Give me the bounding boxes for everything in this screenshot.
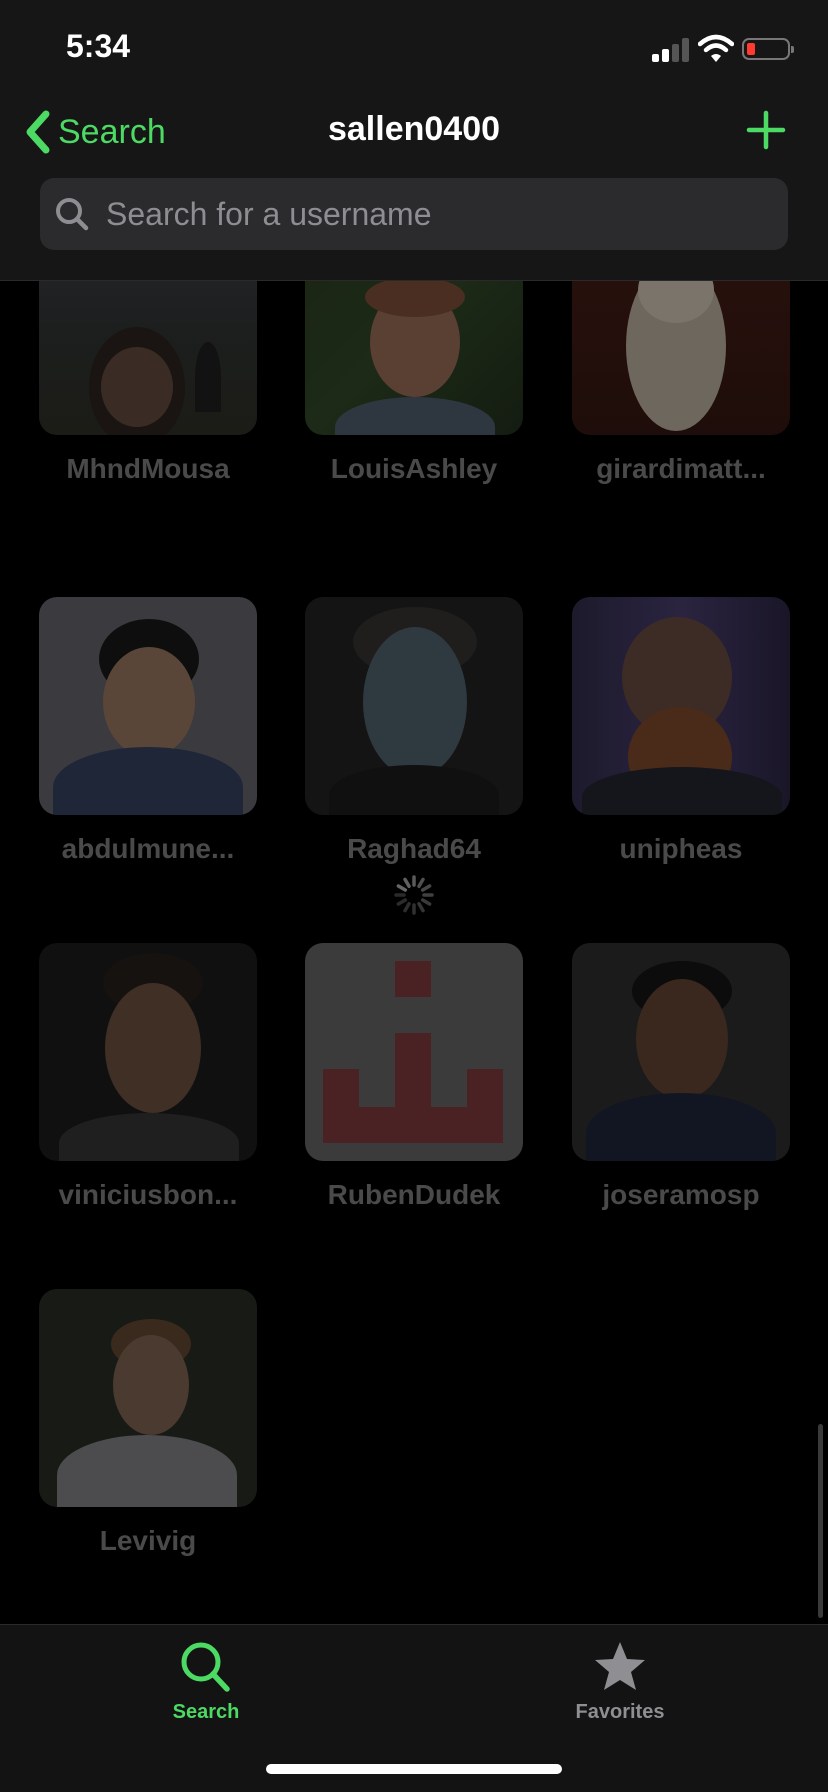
search-bar: [40, 178, 788, 250]
user-cell[interactable]: abdulmune...: [39, 597, 257, 865]
user-cell[interactable]: joseramosp: [572, 943, 790, 1211]
avatar: [39, 943, 257, 1161]
username-label: abdulmune...: [61, 833, 235, 864]
avatar: [305, 281, 523, 435]
username-label: girardimatt...: [596, 453, 766, 484]
scrollbar[interactable]: [818, 1424, 823, 1618]
user-cell[interactable]: viniciusbon...: [39, 943, 257, 1211]
wifi-icon: [698, 34, 734, 62]
tab-label: Favorites: [575, 1701, 665, 1723]
star-icon: [595, 1642, 645, 1690]
avatar: [572, 597, 790, 815]
username-label: unipheas: [619, 833, 743, 864]
username-label: Levivig: [99, 1525, 197, 1556]
avatar: [305, 943, 523, 1161]
avatar: [572, 281, 790, 435]
avatar: [39, 281, 257, 435]
navigation-header: 5:34 Search sallen0400: [0, 0, 828, 281]
tab-search[interactable]: Search: [106, 1639, 306, 1724]
user-grid: MhndMousa LouisAshley girardimatt... abd…: [0, 281, 828, 1623]
username-label: viniciusbon...: [58, 1179, 238, 1210]
avatar: [305, 597, 523, 815]
loading-spinner-icon: [394, 875, 434, 915]
user-cell[interactable]: LouisAshley: [305, 281, 523, 485]
cellular-signal-icon: [652, 38, 690, 62]
username-label: MhndMousa: [66, 453, 230, 484]
search-input[interactable]: [104, 194, 748, 234]
avatar: [39, 1289, 257, 1507]
tab-label: Search: [172, 1701, 240, 1723]
tab-favorites[interactable]: Favorites: [520, 1639, 720, 1724]
username-label: LouisAshley: [330, 453, 498, 484]
user-cell[interactable]: unipheas: [572, 597, 790, 865]
back-button[interactable]: Search: [22, 108, 166, 156]
screen: 5:34 Search sallen0400 Search for a user…: [0, 0, 828, 1792]
add-icon[interactable]: [746, 110, 786, 150]
chevron-left-icon: [26, 110, 50, 154]
battery-icon: [742, 38, 794, 60]
username-label: RubenDudek: [327, 1179, 501, 1210]
user-cell[interactable]: Raghad64: [305, 597, 523, 865]
user-cell[interactable]: MhndMousa: [39, 281, 257, 485]
username-label: Raghad64: [347, 833, 481, 864]
user-cell[interactable]: Levivig: [39, 1289, 257, 1557]
home-indicator[interactable]: [266, 1764, 562, 1774]
back-button-label: Search: [58, 112, 166, 151]
user-cell[interactable]: girardimatt...: [572, 281, 790, 485]
avatar: [39, 597, 257, 815]
avatar: [572, 943, 790, 1161]
username-label: joseramosp: [602, 1179, 760, 1210]
status-time: 5:34: [66, 28, 131, 64]
user-cell[interactable]: RubenDudek: [305, 943, 523, 1211]
search-icon: [181, 1642, 230, 1692]
search-icon: [56, 198, 89, 231]
